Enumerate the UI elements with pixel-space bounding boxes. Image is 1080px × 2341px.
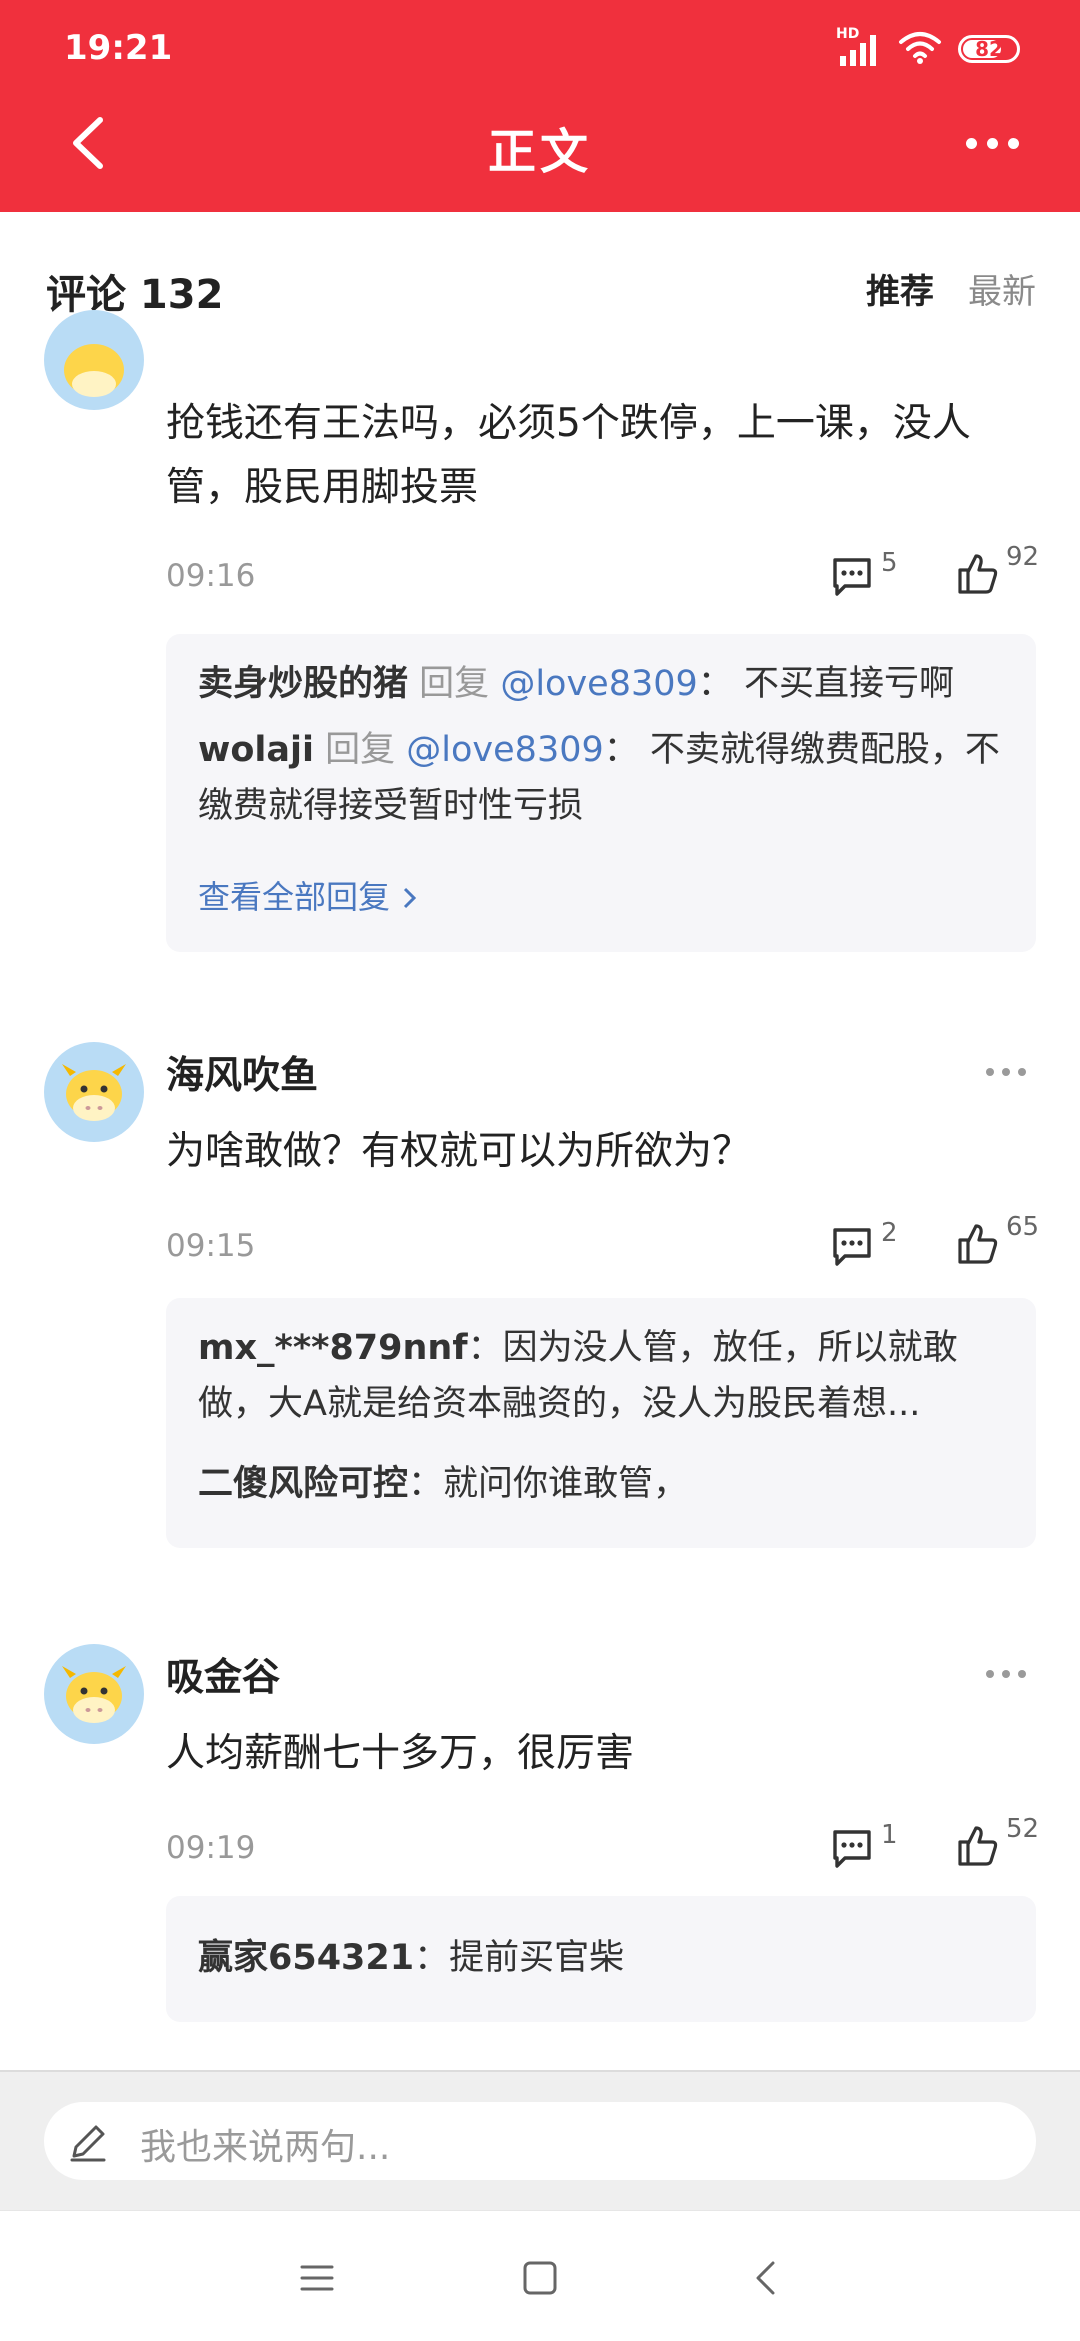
comments-count-title: 评论 132 bbox=[46, 272, 224, 318]
view-all-replies-link[interactable]: 查看全部回复 bbox=[198, 872, 420, 918]
reply-user[interactable]: wolaji bbox=[198, 730, 314, 770]
avatar[interactable] bbox=[44, 1644, 144, 1744]
reply-list: 赢家654321：提前买官柴 bbox=[166, 1896, 1036, 2022]
reply-count: 5 bbox=[881, 548, 898, 578]
comment-bubble-icon bbox=[833, 1830, 871, 1868]
reply-button[interactable]: 1 bbox=[829, 1820, 909, 1882]
reply-separator: ： bbox=[467, 1328, 503, 1368]
reply-button[interactable]: 2 bbox=[829, 1218, 909, 1280]
reply-count: 1 bbox=[881, 1820, 898, 1850]
comments-header: 评论 132 推荐 最新 bbox=[0, 212, 1080, 352]
like-count: 65 bbox=[1006, 1212, 1040, 1242]
comment-meta: 09:15 2 65 bbox=[166, 1212, 1039, 1280]
reply-text: 提前买官柴 bbox=[449, 1938, 625, 1978]
wifi-icon bbox=[898, 30, 942, 68]
reply-text: 不买直接亏啊 bbox=[743, 664, 954, 704]
comment-item: 海风吹鱼 为啥敢做？有权就可以为所欲为？ 09:15 2 65 mx_***87… bbox=[0, 1040, 1080, 1560]
comment-content: 人均薪酬七十多万，很厉害 bbox=[166, 1731, 635, 1776]
thumbs-up-icon bbox=[958, 1224, 998, 1264]
status-bar: 19:21 HD 82 bbox=[0, 0, 1080, 90]
reply-button[interactable]: 5 bbox=[829, 548, 909, 610]
comment-author[interactable]: 吸金谷 bbox=[166, 1646, 280, 1701]
comment-content: 为啥敢做？有权就可以为所欲为？ bbox=[166, 1129, 752, 1174]
like-count: 52 bbox=[1006, 1814, 1040, 1844]
reply-separator: ： bbox=[697, 664, 733, 704]
chevron-right-icon bbox=[404, 887, 417, 909]
tab-latest[interactable]: 最新 bbox=[968, 264, 1036, 313]
reply-item[interactable]: wolaji 回复 @love8309： 不卖就得缴费配股，不缴费就得接受暂时性… bbox=[198, 722, 1004, 834]
cow-avatar-icon bbox=[64, 344, 124, 397]
avatar[interactable] bbox=[44, 1042, 144, 1142]
comment-time: 09:19 bbox=[166, 1830, 256, 1866]
thumbs-up-icon bbox=[958, 554, 998, 594]
avatar[interactable] bbox=[44, 310, 144, 410]
comment-time: 09:15 bbox=[166, 1228, 256, 1264]
reply-word: 回复 bbox=[419, 664, 490, 704]
more-horizontal-icon bbox=[986, 1068, 994, 1076]
reply-count: 2 bbox=[881, 1218, 898, 1248]
comment-meta: 09:19 1 52 bbox=[166, 1814, 1039, 1882]
comment-bubble-icon bbox=[833, 558, 871, 596]
more-horizontal-icon bbox=[986, 1670, 994, 1678]
cow-avatar-icon bbox=[62, 1666, 126, 1723]
like-button[interactable]: 52 bbox=[954, 1814, 1064, 1878]
home-button[interactable] bbox=[515, 2253, 565, 2303]
menu-icon bbox=[300, 2265, 334, 2291]
top-app-bar: 19:21 HD 82 正文 bbox=[0, 0, 1080, 212]
reply-word: 回复 bbox=[325, 730, 396, 770]
chevron-left-icon bbox=[756, 2261, 775, 2295]
like-button[interactable]: 65 bbox=[954, 1212, 1064, 1276]
reply-item[interactable]: mx_***879nnf：因为没人管，放任，所以就敢做，大A就是给资本融资的，没… bbox=[198, 1320, 1004, 1432]
square-icon bbox=[523, 2261, 557, 2295]
comment-more-button[interactable] bbox=[986, 1068, 1026, 1076]
navigation-bar: 正文 bbox=[0, 90, 1080, 212]
comment-meta: 09:16 5 92 bbox=[166, 542, 1039, 610]
like-count: 92 bbox=[1006, 542, 1040, 572]
comment-input[interactable]: 我也来说两句... bbox=[44, 2102, 1036, 2180]
status-time: 19:21 bbox=[64, 28, 173, 68]
reply-list: 卖身炒股的猪 回复 @love8309： 不买直接亏啊 wolaji 回复 @l… bbox=[166, 634, 1036, 952]
page-title: 正文 bbox=[487, 124, 592, 180]
like-button[interactable]: 92 bbox=[954, 542, 1064, 606]
cow-avatar-icon bbox=[62, 1064, 126, 1121]
reply-user[interactable]: 二傻风险可控 bbox=[198, 1464, 408, 1504]
system-back-button[interactable] bbox=[742, 2253, 792, 2303]
reply-text: 就问你谁敢管， bbox=[443, 1464, 689, 1504]
reply-item[interactable]: 二傻风险可控：就问你谁敢管， bbox=[198, 1456, 1004, 1512]
reply-user[interactable]: 赢家654321 bbox=[198, 1938, 414, 1978]
comment-time: 09:16 bbox=[166, 558, 256, 594]
reply-separator: ： bbox=[408, 1464, 444, 1504]
tab-recommended[interactable]: 推荐 bbox=[866, 264, 934, 313]
comment-author[interactable]: 海风吹鱼 bbox=[166, 1044, 318, 1099]
reply-user[interactable]: mx_***879nnf bbox=[198, 1328, 468, 1368]
comment-more-button[interactable] bbox=[986, 1670, 1026, 1678]
comment-input-placeholder: 我也来说两句... bbox=[140, 2127, 391, 2168]
more-options-button[interactable] bbox=[952, 108, 1032, 178]
more-horizontal-icon bbox=[965, 137, 977, 149]
comment-input-bar: 我也来说两句... bbox=[0, 2070, 1080, 2212]
reply-separator: ： bbox=[414, 1938, 450, 1978]
system-navigation-bar bbox=[0, 2210, 1080, 2341]
reply-list: mx_***879nnf：因为没人管，放任，所以就敢做，大A就是给资本融资的，没… bbox=[166, 1298, 1036, 1548]
status-icons: HD 82 bbox=[836, 26, 1020, 68]
reply-mention[interactable]: @love8309 bbox=[500, 664, 697, 704]
pen-icon bbox=[70, 2125, 106, 2162]
recent-apps-button[interactable] bbox=[292, 2253, 342, 2303]
comment-content: 抢钱还有王法吗，必须5个跌停，上一课，没人管，股民用脚投票 bbox=[166, 401, 971, 510]
reply-item[interactable]: 卖身炒股的猪 回复 @love8309： 不买直接亏啊 bbox=[198, 656, 1004, 712]
comment-bubble-icon bbox=[833, 1228, 871, 1266]
battery-indicator: 82 bbox=[958, 35, 1020, 63]
reply-user[interactable]: 卖身炒股的猪 bbox=[198, 664, 408, 704]
reply-mention[interactable]: @love8309 bbox=[406, 730, 603, 770]
reply-separator: ： bbox=[603, 730, 639, 770]
battery-level: 82 bbox=[975, 37, 1003, 61]
comment-item: 吸金谷 人均薪酬七十多万，很厉害 09:19 1 52 赢家654321：提前买… bbox=[0, 1642, 1080, 2042]
thumbs-up-icon bbox=[958, 1826, 998, 1866]
signal-icon: HD bbox=[836, 26, 882, 66]
sort-tabs: 推荐 最新 bbox=[866, 264, 1036, 313]
reply-item[interactable]: 赢家654321：提前买官柴 bbox=[198, 1930, 1004, 1986]
view-all-label: 查看全部回复 bbox=[198, 878, 391, 916]
comment-item: 抢钱还有王法吗，必须5个跌停，上一课，没人管，股民用脚投票 09:16 5 92… bbox=[0, 310, 1080, 962]
